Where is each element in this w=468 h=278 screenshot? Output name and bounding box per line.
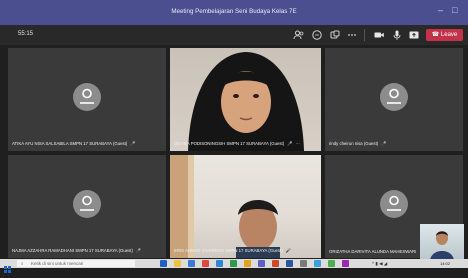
excel-icon[interactable] (230, 260, 237, 267)
taskbar-search-input[interactable]: ⌕ Ketik di sini untuk mencari (17, 260, 135, 267)
person-icon (80, 88, 94, 104)
participant-name: ERIS AHMAD SYAHRONI SMPN 17 SURABAYA (Gu… (174, 248, 292, 253)
app-icon[interactable] (314, 260, 321, 267)
participant-name: ORIZATHA DARIVITA ALUNDA MAHESWARI (329, 249, 417, 254)
leave-button[interactable]: ☎ Leave (426, 29, 463, 41)
participant-tile[interactable]: ATIKA AYU NISA SALSABILA SMPN 17 SURABAY… (8, 48, 166, 151)
meeting-toolbar: 55:15 ☎ Leave (0, 25, 468, 45)
mail-icon[interactable] (202, 260, 209, 267)
teams-icon[interactable] (258, 260, 265, 267)
minimize-button[interactable]: – (438, 6, 443, 15)
app-icon[interactable] (300, 260, 307, 267)
system-tray[interactable]: ^ ▮ ◀ ◢ (372, 260, 387, 267)
mic-muted-icon: 🎤 (285, 248, 292, 253)
mic-icon[interactable] (391, 29, 403, 41)
mic-muted-icon: 🎤 (130, 141, 136, 146)
word-icon[interactable] (286, 260, 293, 267)
chrome-icon[interactable] (244, 260, 251, 267)
powerpoint-icon[interactable] (272, 260, 279, 267)
self-view-image (430, 231, 454, 260)
windows-start-icon[interactable] (4, 260, 11, 273)
phone-icon: ☎ (431, 32, 440, 38)
maximize-button[interactable]: □ (452, 6, 457, 15)
person-icon (387, 88, 401, 104)
task-view-icon[interactable] (160, 260, 167, 267)
edge-icon[interactable] (216, 260, 223, 267)
file-explorer-icon[interactable] (174, 260, 181, 267)
app-icon[interactable] (342, 260, 349, 267)
participant-video (170, 155, 280, 258)
participant-name: rindy cheirun nisa (Guest) 🎤 (329, 141, 387, 146)
participant-video (188, 52, 304, 151)
more-icon[interactable] (346, 29, 358, 41)
participants-icon[interactable] (293, 29, 305, 41)
participant-tile[interactable]: NAJMA AZZAHRA RAMADHANI SMPN 17 SURABAYA… (8, 155, 166, 258)
toolbar-divider (364, 29, 365, 41)
person-icon (387, 195, 401, 211)
participant-tile[interactable]: rindy cheirun nisa (Guest) 🎤 (325, 48, 463, 151)
camera-icon[interactable] (373, 29, 385, 41)
search-icon: ⌕ (21, 261, 24, 266)
avatar (380, 83, 408, 111)
avatar (380, 190, 408, 218)
mic-muted-icon: 🎤 (381, 141, 387, 146)
participant-name: DIVYEA PODISONINGSIH SMPN 17 SURABAYA (G… (174, 141, 300, 146)
os-taskbar: ⌕ Ketik di sini untuk mencari ^ ▮ ◀ ◢ 14… (0, 259, 468, 273)
share-screen-icon[interactable] (408, 29, 420, 41)
mic-muted-icon: 🎤 (287, 141, 293, 146)
avatar (73, 83, 101, 111)
mic-muted-icon: 🎤 (135, 248, 142, 253)
self-view-video[interactable] (420, 224, 464, 260)
meeting-title: Meeting Pembelajaran Seni Budaya Kelas 7… (171, 8, 297, 15)
chat-icon[interactable] (311, 29, 323, 41)
leave-label: Leave (440, 32, 458, 38)
participant-name: ATIKA AYU NISA SALSABILA SMPN 17 SURABAY… (12, 141, 136, 146)
app-icon[interactable] (328, 260, 335, 267)
more-icon: ··· (295, 141, 300, 146)
person-icon (80, 195, 94, 211)
avatar (73, 190, 101, 218)
participant-video-tile[interactable]: DIVYEA PODISONINGSIH SMPN 17 SURABAYA (G… (170, 48, 321, 151)
store-icon[interactable] (188, 260, 195, 267)
participant-video-tile[interactable]: ERIS AHMAD SYAHRONI SMPN 17 SURABAYA (Gu… (170, 155, 321, 258)
participant-name: NAJMA AZZAHRA RAMADHANI SMPN 17 SURABAYA… (12, 248, 142, 253)
meeting-timer: 55:15 (18, 31, 34, 37)
title-bar: Meeting Pembelajaran Seni Budaya Kelas 7… (0, 0, 468, 25)
taskbar-clock: 14:02 (440, 261, 451, 266)
reactions-icon[interactable] (329, 29, 341, 41)
